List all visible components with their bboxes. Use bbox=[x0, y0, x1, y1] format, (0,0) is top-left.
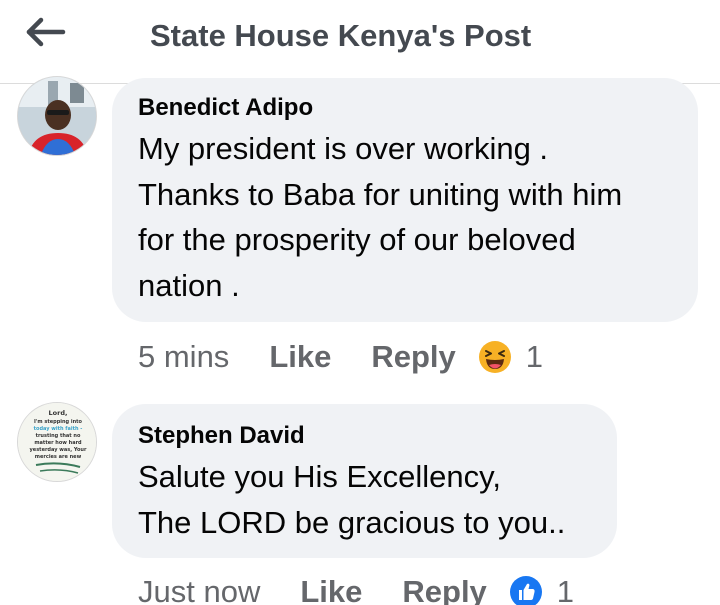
comment-timestamp[interactable]: Just now bbox=[138, 574, 260, 605]
top-bar: State House Kenya's Post bbox=[0, 0, 720, 84]
comment-author[interactable]: Benedict Adipo bbox=[138, 94, 313, 122]
avatar-text-line: I'm stepping into bbox=[34, 419, 83, 425]
avatar-text-line: trusting that no bbox=[36, 433, 81, 439]
comment-timestamp[interactable]: 5 mins bbox=[138, 339, 229, 375]
thumbs-up-icon[interactable] bbox=[509, 575, 543, 605]
avatar[interactable] bbox=[17, 76, 97, 156]
avatar[interactable]: Lord, I'm stepping into today with faith… bbox=[17, 402, 97, 482]
arrow-left-icon bbox=[26, 17, 66, 47]
like-button[interactable]: Like bbox=[300, 574, 362, 605]
comment-actions: 5 mins Like Reply 1 bbox=[138, 337, 543, 377]
like-button[interactable]: Like bbox=[269, 339, 331, 375]
comment-text: Salute you His Excellency, The LORD be g… bbox=[138, 454, 565, 545]
comment-text-line: for the prosperity of our beloved bbox=[138, 222, 576, 257]
comment-text-line: Salute you His Excellency, bbox=[138, 459, 501, 494]
profile-photo-icon bbox=[18, 77, 96, 155]
page-title: State House Kenya's Post bbox=[150, 18, 532, 53]
reply-button[interactable]: Reply bbox=[402, 574, 486, 605]
comment-bubble[interactable]: Stephen David Salute you His Excellency,… bbox=[112, 404, 617, 558]
reaction-count[interactable]: 1 bbox=[526, 339, 543, 375]
comment-author[interactable]: Stephen David bbox=[138, 422, 305, 450]
profile-quote-image-icon: Lord, I'm stepping into today with faith… bbox=[18, 403, 96, 481]
avatar-text-line: yesterday was, Your bbox=[30, 447, 87, 453]
comment-bubble[interactable]: Benedict Adipo My president is over work… bbox=[112, 78, 698, 322]
comment-text-line: Thanks to Baba for uniting with him bbox=[138, 176, 623, 212]
comment-actions: Just now Like Reply 1 bbox=[138, 572, 574, 605]
comment-text-line: The LORD be gracious to you.. bbox=[138, 504, 566, 540]
back-button[interactable] bbox=[24, 14, 68, 50]
reaction-count[interactable]: 1 bbox=[557, 574, 574, 605]
reply-button[interactable]: Reply bbox=[371, 339, 455, 375]
comment-text: My president is over working . Thanks to… bbox=[138, 126, 698, 308]
avatar-text-line: matter how hard bbox=[34, 440, 82, 446]
avatar-text-line: mercies are new bbox=[35, 454, 82, 460]
haha-emoji-icon[interactable] bbox=[478, 340, 512, 374]
comment-text-line: My president is over working . bbox=[138, 131, 549, 166]
avatar-text-line: today with faith - bbox=[34, 426, 83, 432]
comment-text-line: nation . bbox=[138, 267, 240, 303]
avatar-text-line: Lord, bbox=[49, 409, 68, 417]
